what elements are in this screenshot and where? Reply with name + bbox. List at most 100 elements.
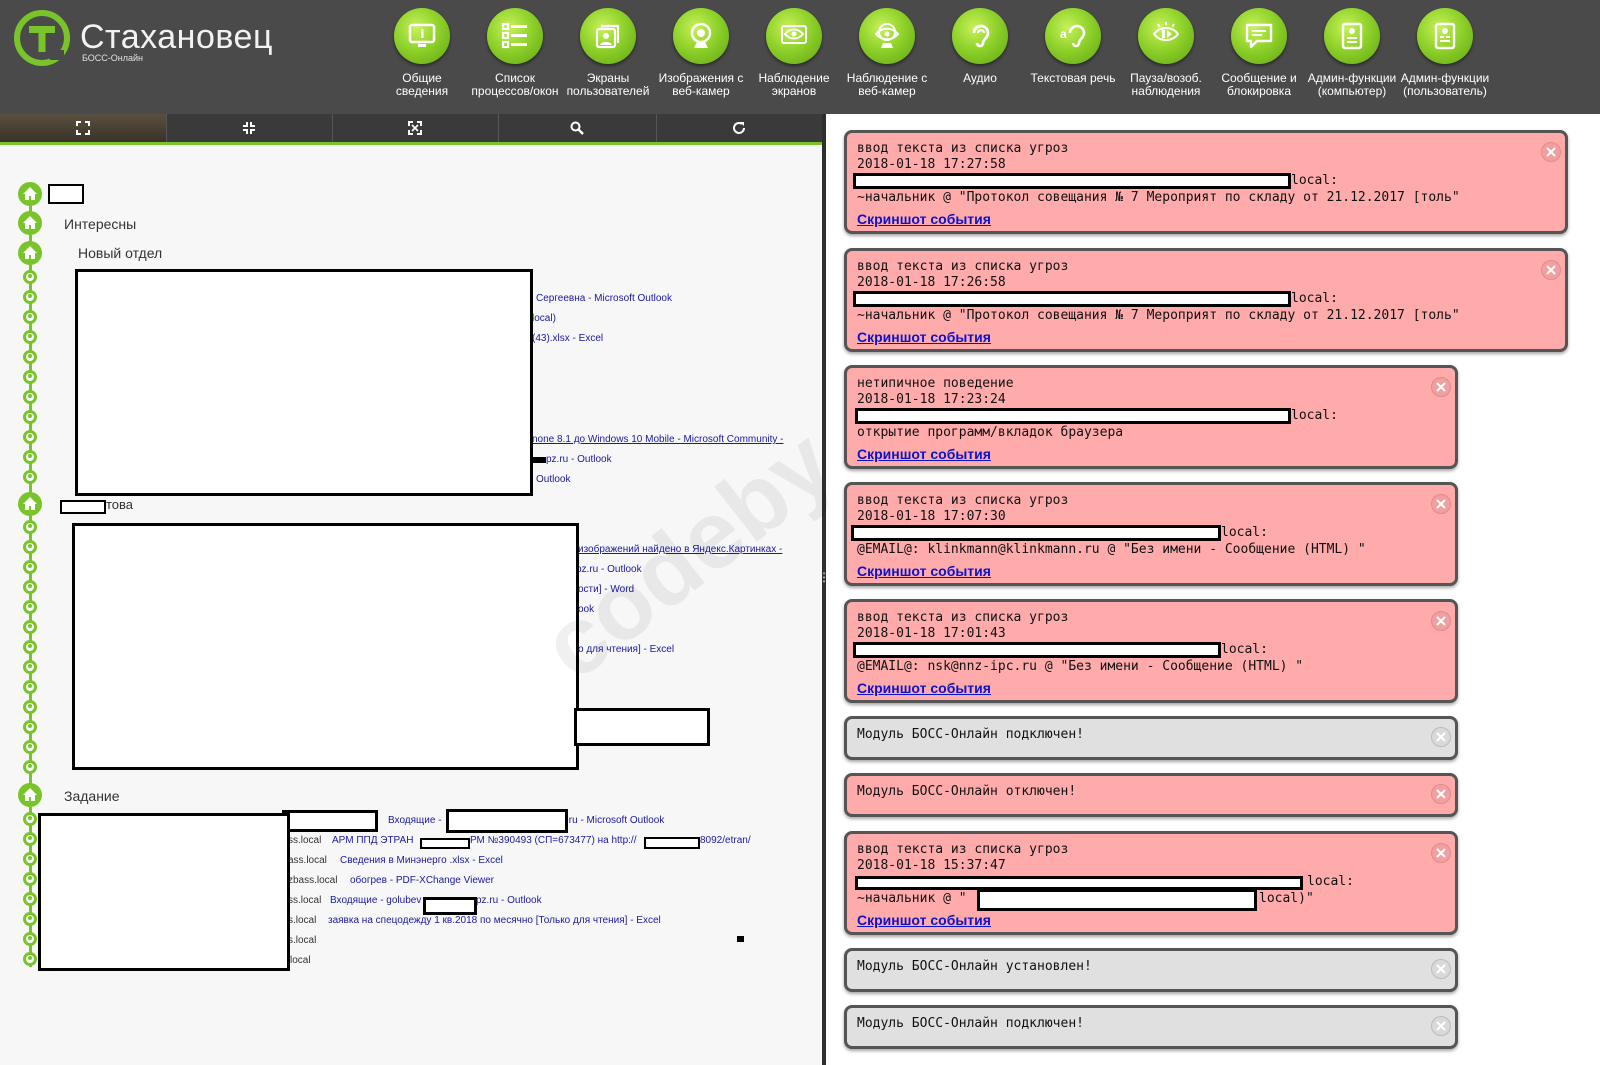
user-node-icon[interactable] bbox=[23, 760, 37, 774]
svg-text:a: a bbox=[1060, 27, 1067, 41]
group-label[interactable]: Задание bbox=[64, 788, 120, 804]
window-title[interactable]: Сергеевна - Microsoft Outlook bbox=[536, 293, 672, 304]
window-title[interactable]: .ru - Microsoft Outlook bbox=[566, 815, 664, 826]
user-node-icon[interactable] bbox=[23, 872, 37, 886]
close-icon bbox=[1436, 732, 1446, 742]
close-event-button[interactable] bbox=[1431, 843, 1451, 863]
user-node-icon[interactable] bbox=[23, 310, 37, 324]
close-event-button[interactable] bbox=[1541, 142, 1561, 162]
search-button[interactable] bbox=[498, 114, 657, 142]
user-node-icon[interactable] bbox=[23, 330, 37, 344]
nav-pause-resume[interactable]: Пауза/возоб. наблюдения bbox=[1120, 8, 1212, 98]
close-event-button[interactable] bbox=[1431, 784, 1451, 804]
nav-webcam-watch[interactable]: Наблюдение с веб-камер bbox=[841, 8, 933, 98]
tree-group-node[interactable] bbox=[18, 241, 42, 265]
user-node-icon[interactable] bbox=[23, 932, 37, 946]
close-event-button[interactable] bbox=[1431, 727, 1451, 747]
window-title[interactable]: АРМ ППД ЭТРАН bbox=[332, 835, 413, 846]
nav-label: Пауза/возоб. наблюдения bbox=[1130, 71, 1202, 98]
close-event-button[interactable] bbox=[1431, 959, 1451, 979]
redacted-box bbox=[423, 897, 477, 915]
screenshot-link[interactable]: Скриншот события bbox=[857, 563, 991, 579]
screenshot-link[interactable]: Скриншот события bbox=[857, 912, 991, 928]
nav-admin-user[interactable]: Админ-функции (пользователь) bbox=[1399, 8, 1491, 98]
close-event-button[interactable] bbox=[1431, 1016, 1451, 1036]
window-title[interactable]: Outlook bbox=[536, 474, 570, 485]
window-title[interactable]: обогрев - PDF-XChange Viewer bbox=[350, 875, 494, 886]
user-node-icon[interactable] bbox=[23, 912, 37, 926]
close-event-button[interactable] bbox=[1431, 377, 1451, 397]
user-node-icon[interactable] bbox=[23, 952, 37, 966]
user-node-icon[interactable] bbox=[23, 350, 37, 364]
window-title[interactable]: заявка на спецодежду 1 кв.2018 по месячн… bbox=[328, 915, 661, 926]
tree-group-node[interactable] bbox=[18, 492, 42, 516]
user-node-icon[interactable] bbox=[23, 470, 37, 484]
user-node-icon[interactable] bbox=[23, 430, 37, 444]
nav-webcam-images[interactable]: Изображения с веб-камер bbox=[655, 8, 747, 98]
user-node-icon[interactable] bbox=[23, 370, 37, 384]
close-event-button[interactable] bbox=[1431, 494, 1451, 514]
user-node-icon[interactable] bbox=[23, 390, 37, 404]
nav-process-list[interactable]: Список процессов/окон bbox=[469, 8, 561, 98]
group-label[interactable]: Новый отдел bbox=[78, 245, 162, 261]
tree-group-node[interactable] bbox=[18, 783, 42, 807]
screenshot-link[interactable]: Скриншот события bbox=[857, 329, 991, 345]
group-label[interactable]: това bbox=[106, 497, 133, 512]
screenshot-link[interactable]: Скриншот события bbox=[857, 446, 991, 462]
nav-label: Список процессов/окон bbox=[471, 71, 559, 98]
user-node-icon[interactable] bbox=[23, 700, 37, 714]
user-node-icon[interactable] bbox=[23, 852, 37, 866]
user-node-icon[interactable] bbox=[23, 812, 37, 826]
user-node-icon[interactable] bbox=[23, 892, 37, 906]
close-event-button[interactable] bbox=[1431, 611, 1451, 631]
user-node-icon[interactable] bbox=[23, 450, 37, 464]
screenshot-link[interactable]: Скриншот события bbox=[857, 680, 991, 696]
user-node-icon[interactable] bbox=[23, 580, 37, 594]
window-title[interactable]: РМ №390493 (СП=673477) на http:// bbox=[470, 835, 636, 846]
event-type: Модуль БОСС-Онлайн подключен! bbox=[857, 727, 1084, 742]
nav-message-block[interactable]: Сообщение и блокировка bbox=[1213, 8, 1305, 98]
user-node-icon[interactable] bbox=[23, 832, 37, 846]
user-node-icon[interactable] bbox=[23, 740, 37, 754]
refresh-button[interactable] bbox=[656, 114, 822, 142]
screenshot-link[interactable]: Скриншот события bbox=[857, 211, 991, 227]
app-subtitle: БОСС-Онлайн bbox=[82, 53, 144, 63]
user-node-icon[interactable] bbox=[23, 680, 37, 694]
collapse-button[interactable] bbox=[166, 114, 333, 142]
window-title[interactable]: 8092/etran/ bbox=[700, 835, 751, 846]
window-title[interactable]: (43).xlsx - Excel bbox=[532, 333, 603, 344]
nav-user-screens[interactable]: Экраны пользователей bbox=[562, 8, 654, 98]
user-node-icon[interactable] bbox=[23, 560, 37, 574]
window-title[interactable]: Входящие - golubev bbox=[330, 895, 421, 906]
nav-screen-watch[interactable]: Наблюдение экранов bbox=[748, 8, 840, 98]
user-node-icon[interactable] bbox=[23, 540, 37, 554]
user-node-icon[interactable] bbox=[23, 520, 37, 534]
nav-general-info[interactable]: Общие сведения bbox=[376, 8, 468, 98]
nav-admin-computer[interactable]: Админ-функции (компьютер) bbox=[1306, 8, 1398, 98]
window-title[interactable]: Входящие - bbox=[388, 815, 442, 826]
nav-text-speech[interactable]: a Текстовая речь bbox=[1027, 8, 1119, 85]
window-title[interactable]: pz.ru - Outlook bbox=[546, 454, 612, 465]
event-card: ввод текста из списка угроз 2018-01-18 1… bbox=[844, 831, 1458, 935]
user-node-icon[interactable] bbox=[23, 290, 37, 304]
user-node-icon[interactable] bbox=[23, 270, 37, 284]
user-node-icon[interactable] bbox=[23, 640, 37, 654]
event-type: Модуль БОСС-Онлайн подключен! bbox=[857, 1016, 1084, 1031]
tree-root-node[interactable] bbox=[18, 182, 42, 206]
user-node-icon[interactable] bbox=[23, 720, 37, 734]
close-event-button[interactable] bbox=[1541, 260, 1561, 280]
user-node-icon[interactable] bbox=[23, 620, 37, 634]
user-node-icon[interactable] bbox=[23, 410, 37, 424]
nav-label: Экраны пользователей bbox=[566, 71, 650, 98]
user-node-icon[interactable] bbox=[23, 600, 37, 614]
window-title[interactable]: pz.ru - Outlook bbox=[476, 895, 542, 906]
tree-group-node[interactable] bbox=[18, 211, 42, 235]
window-title[interactable]: local) bbox=[532, 313, 556, 324]
window-title[interactable]: Сведения в Минэнерго .xlsx - Excel bbox=[340, 855, 503, 866]
user-node-icon[interactable] bbox=[23, 660, 37, 674]
expand-button[interactable] bbox=[0, 114, 167, 142]
nav-audio[interactable]: Аудио bbox=[934, 8, 1026, 85]
expand-icon bbox=[76, 121, 90, 135]
fullscreen-button[interactable] bbox=[332, 114, 499, 142]
group-label[interactable]: Интересны bbox=[64, 216, 136, 232]
